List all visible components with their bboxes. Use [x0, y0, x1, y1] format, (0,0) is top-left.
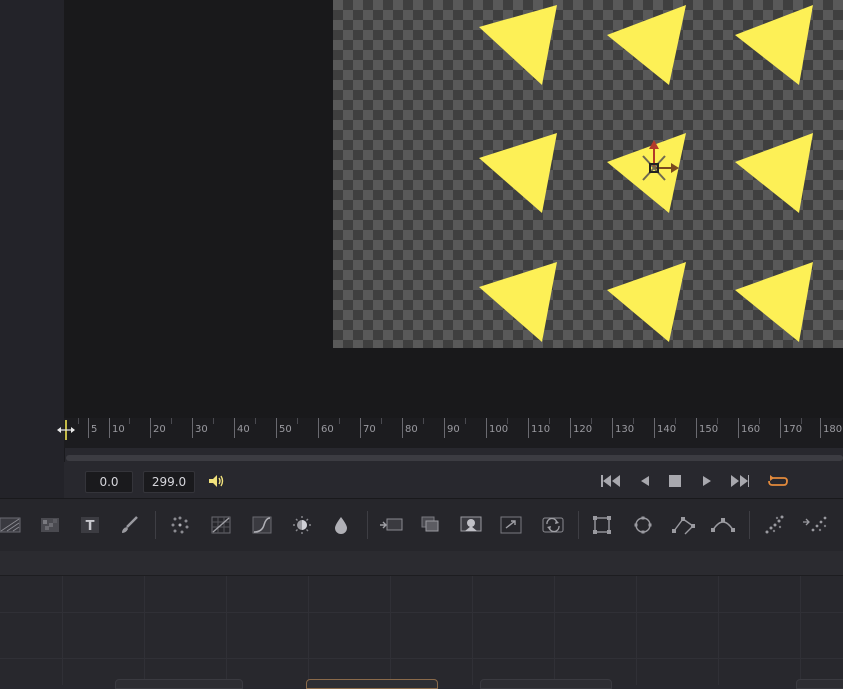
triangle-shape [479, 5, 557, 85]
ruler-tick-label: 50 [279, 424, 292, 435]
triangle-shape [735, 262, 813, 342]
play-icon[interactable] [697, 472, 717, 490]
triangle-grid [479, 5, 813, 342]
playhead-handle[interactable] [56, 419, 76, 441]
ruler-tick-label: 170 [783, 424, 803, 435]
prender-icon[interactable] [801, 513, 829, 537]
svg-text:T: T [86, 519, 95, 534]
ruler-tick-label: 110 [531, 424, 551, 435]
channel-boolean-icon[interactable] [419, 513, 443, 537]
ruler-tick-label: 40 [237, 424, 250, 435]
color-corrector-icon[interactable] [209, 513, 233, 537]
bottom-tab-active[interactable] [306, 679, 438, 689]
ruler-tick-label: 5 [91, 424, 98, 435]
end-time-field[interactable]: 299.0 [143, 471, 195, 493]
triangle-shape [607, 262, 686, 342]
toolbar-separator [155, 511, 156, 539]
ruler-tick-label: 80 [405, 424, 418, 435]
ruler-tick-label: 150 [699, 424, 719, 435]
triangle-shape [607, 5, 686, 85]
play-reverse-icon[interactable] [634, 472, 654, 490]
time-ruler[interactable]: 5 10 20 30 40 50 60 70 80 90 100 110 120… [64, 418, 843, 448]
blur-icon[interactable] [329, 513, 353, 537]
rectangle-mask-icon[interactable] [590, 513, 614, 537]
polygon-mask-icon[interactable] [671, 513, 697, 537]
color-curves-icon[interactable] [250, 513, 274, 537]
text-icon[interactable]: T [78, 513, 102, 537]
merge-icon[interactable] [378, 513, 404, 537]
toolbar-separator [749, 511, 750, 539]
tool-toolbar: T [0, 498, 843, 552]
triangle-shape [607, 133, 686, 213]
skip-to-end-icon[interactable] [729, 472, 749, 490]
toolbar-separator [367, 511, 368, 539]
ruler-tick-label: 60 [321, 424, 334, 435]
paint-icon[interactable] [118, 513, 142, 537]
volume-icon[interactable] [206, 472, 226, 490]
ruler-minor-tick [339, 418, 340, 424]
resize-icon[interactable] [499, 513, 523, 537]
ruler-tick-label: 10 [112, 424, 125, 435]
loop-icon[interactable] [767, 472, 789, 490]
ruler-tick-label: 30 [195, 424, 208, 435]
node-editor-grid[interactable] [0, 576, 843, 685]
triangle-shape [479, 133, 557, 213]
ruler-minor-tick [213, 418, 214, 424]
ruler-minor-tick [381, 418, 382, 424]
ruler-tick-label: 130 [615, 424, 635, 435]
ruler-tick-label: 180 [823, 424, 843, 435]
triangle-shape [735, 133, 813, 213]
ruler-tick-label: 70 [363, 424, 376, 435]
bspline-mask-icon[interactable] [710, 513, 736, 537]
ruler-tick-label: 140 [657, 424, 677, 435]
toolbar-separator [578, 511, 579, 539]
matte-control-icon[interactable] [459, 513, 485, 537]
playhead-resize-icon [57, 420, 75, 440]
ruler-tick-label: 120 [573, 424, 593, 435]
ruler-minor-tick [255, 418, 256, 424]
ruler-minor-tick [171, 418, 172, 424]
ruler-minor-tick [129, 418, 130, 424]
stop-icon[interactable] [665, 472, 685, 490]
pemitter-icon[interactable] [762, 513, 786, 537]
ruler-minor-tick [465, 418, 466, 424]
ruler-minor-tick [78, 418, 79, 424]
ruler-tick-label: 100 [489, 424, 509, 435]
background-icon[interactable] [0, 513, 22, 537]
node-editor-header [0, 551, 843, 576]
ruler-tick-label: 160 [741, 424, 761, 435]
ruler-tick-label: 90 [447, 424, 460, 435]
ellipse-mask-icon[interactable] [631, 513, 655, 537]
ruler-minor-tick [297, 418, 298, 424]
transform-icon[interactable] [540, 513, 566, 537]
triangle-shape [479, 262, 557, 342]
ruler-minor-tick [423, 418, 424, 424]
ruler-tick-label: 20 [153, 424, 166, 435]
bottom-tab[interactable] [796, 679, 843, 689]
particles-icon[interactable] [168, 513, 192, 537]
bottom-tab[interactable] [480, 679, 612, 689]
skip-to-start-icon[interactable] [600, 472, 620, 490]
start-time-field[interactable]: 0.0 [85, 471, 133, 493]
fast-noise-icon[interactable] [38, 513, 62, 537]
triangle-shape [735, 5, 813, 85]
hue-curves-icon[interactable] [290, 513, 314, 537]
bottom-tab[interactable] [115, 679, 243, 689]
viewer-canvas[interactable] [333, 0, 843, 348]
timeline-scrollbar[interactable] [66, 455, 843, 461]
